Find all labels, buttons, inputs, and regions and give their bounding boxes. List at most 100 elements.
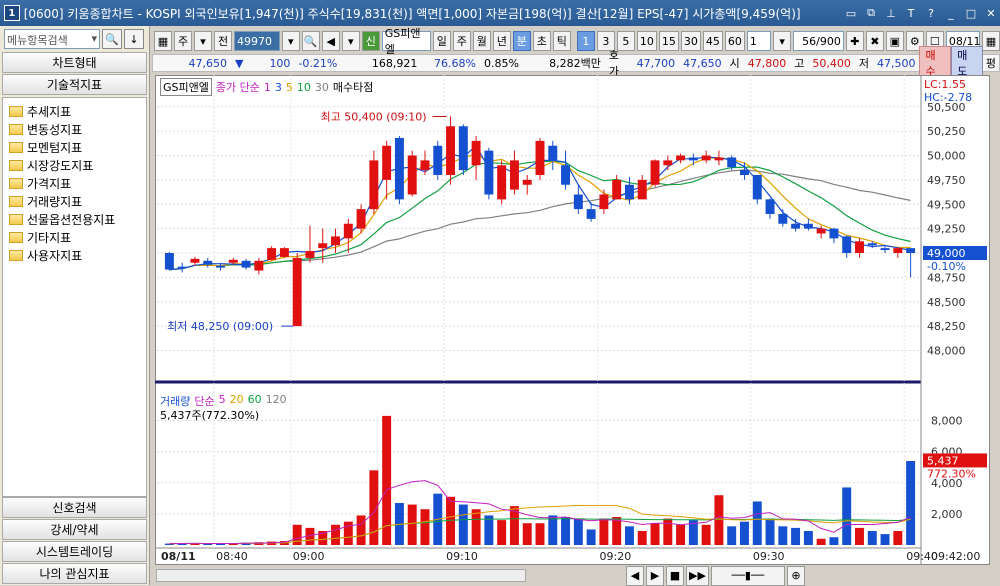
search-code-icon[interactable]: 🔍 xyxy=(301,31,320,51)
minimize-icon[interactable]: _ xyxy=(942,5,960,21)
prev-button[interactable]: 전 xyxy=(214,31,232,51)
folder-icon xyxy=(9,105,23,117)
candle-body xyxy=(816,228,826,234)
tech-indicator-button[interactable]: 기술적지표 xyxy=(2,74,147,95)
bottom-menu-button[interactable]: 강세/약세 xyxy=(2,519,147,540)
candle-body xyxy=(663,160,673,166)
minute-tab[interactable]: 60 xyxy=(724,31,745,51)
candle-body xyxy=(369,160,379,210)
bottom-menu-button[interactable]: 신호검색 xyxy=(2,497,147,518)
minute-tab[interactable]: 10 xyxy=(636,31,657,51)
volume-bar xyxy=(548,515,558,545)
zoom-in-icon[interactable]: ✚ xyxy=(845,31,864,51)
minute-tab[interactable]: 45 xyxy=(702,31,723,51)
period-tab[interactable]: 틱 xyxy=(552,31,571,51)
link-icon[interactable]: ⧉ xyxy=(862,5,880,21)
period-tab[interactable]: 일 xyxy=(432,31,451,51)
play-icon[interactable]: ▶ xyxy=(646,565,664,586)
tree-item[interactable]: 가격지표 xyxy=(9,174,140,192)
period-tab[interactable]: 월 xyxy=(472,31,491,51)
quote-row: 47,650 ▼ 100 -0.21% 168,921 76.68% 0.85%… xyxy=(152,46,1000,80)
font-icon[interactable]: T xyxy=(902,5,920,21)
maximize-icon[interactable]: □ xyxy=(962,5,980,21)
fast-forward-icon[interactable]: ▶▶ xyxy=(686,565,709,586)
folder-icon xyxy=(9,213,23,225)
minute-tab[interactable]: 15 xyxy=(658,31,679,51)
candle-body xyxy=(650,160,660,185)
legend-ma-1: 1 xyxy=(263,80,271,94)
stock-name: GS피앤엘 xyxy=(381,27,431,56)
folder-icon xyxy=(9,231,23,243)
volume-bar xyxy=(535,523,545,545)
chevron-down-icon: ▾ xyxy=(91,32,97,45)
legend-ma-5: 5 xyxy=(285,80,293,94)
slider-icon[interactable]: ──▮── xyxy=(710,565,785,586)
tree-item-label: 거래량지표 xyxy=(27,194,83,209)
restore-icon[interactable]: ▭ xyxy=(842,5,860,21)
candle-body xyxy=(612,179,622,200)
tree-item[interactable]: 모멘텀지표 xyxy=(9,138,140,156)
pin-icon[interactable]: ⊥ xyxy=(882,5,900,21)
page-input[interactable]: 56/900 xyxy=(793,31,844,51)
menu-search-input[interactable]: 메뉴항목검색 ▾ xyxy=(4,29,100,49)
search-icon[interactable]: 🔍 xyxy=(102,29,122,49)
zoom-out-icon[interactable]: ✖ xyxy=(865,31,884,51)
code-input[interactable]: 49970 xyxy=(234,31,280,51)
scroll-left-icon[interactable]: ◀ xyxy=(626,565,644,586)
volume-bar xyxy=(791,527,801,545)
low-price: 47,500 xyxy=(876,56,916,70)
price-volume-chart[interactable]: 50,50050,25050,00049,75049,50049,25049,0… xyxy=(155,75,990,565)
candle-body xyxy=(829,228,839,239)
volume-bar xyxy=(880,534,890,545)
stock-type-select[interactable]: 주 xyxy=(174,31,192,51)
period-tab[interactable]: 초 xyxy=(532,31,551,51)
bottom-menu-button[interactable]: 나의 관심지표 xyxy=(2,563,147,584)
x-tick-label: 09:42:00 xyxy=(931,550,980,563)
download-icon[interactable]: ↓ xyxy=(124,29,144,49)
speaker-icon[interactable]: ◀ xyxy=(321,31,340,51)
tree-item[interactable]: 기타지표 xyxy=(9,228,140,246)
candle-body xyxy=(624,184,634,200)
code-dropdown-icon[interactable]: ▾ xyxy=(281,31,300,51)
volume-bar xyxy=(701,524,711,545)
candle-body xyxy=(190,258,200,263)
period-tab[interactable]: 주 xyxy=(452,31,471,51)
tree-item[interactable]: 변동성지표 xyxy=(9,120,140,138)
speaker-dropdown-icon[interactable]: ▾ xyxy=(341,31,360,51)
close-icon[interactable]: ✕ xyxy=(982,5,1000,21)
calendar-icon[interactable]: ▦ xyxy=(982,31,1000,51)
grid-icon[interactable]: ▦ xyxy=(154,31,172,51)
candle-body xyxy=(318,243,328,249)
volume-bar xyxy=(855,527,864,545)
candle-body xyxy=(241,260,251,268)
high-price: 50,400 xyxy=(812,56,851,70)
minute-tab[interactable]: 1 xyxy=(576,31,595,51)
zoom-icon[interactable]: ⊕ xyxy=(786,565,805,586)
period-tab[interactable]: 년 xyxy=(492,31,511,51)
count-input[interactable]: 1 xyxy=(746,31,772,51)
candle-body xyxy=(778,214,788,224)
tree-item[interactable]: 선물옵션전용지표 xyxy=(9,210,140,228)
tree-item[interactable]: 사용자지표 xyxy=(9,246,140,264)
avg-button[interactable]: 평 xyxy=(983,55,999,71)
tree-item[interactable]: 시장강도지표 xyxy=(9,156,140,174)
x-tick-label: 08/11 xyxy=(161,550,196,563)
bottom-menu-button[interactable]: 시스템트레이딩 xyxy=(2,541,147,562)
volume-tick-label: 2,000 xyxy=(931,508,963,521)
candle-body xyxy=(433,145,443,175)
help-icon[interactable]: ? xyxy=(922,5,940,21)
tree-item[interactable]: 거래량지표 xyxy=(9,192,140,210)
minute-tab[interactable]: 30 xyxy=(680,31,701,51)
tree-item[interactable]: 추세지표 xyxy=(9,102,140,120)
candle-body xyxy=(803,223,813,229)
scrollbar[interactable] xyxy=(156,569,526,582)
count-dropdown-icon[interactable]: ▾ xyxy=(773,31,792,51)
chart-type-button[interactable]: 차트형태 xyxy=(2,52,147,73)
candle-body xyxy=(573,194,583,210)
period-tab[interactable]: 분 xyxy=(512,31,531,51)
save-icon[interactable]: ▣ xyxy=(885,31,904,51)
legend-ma-3: 3 xyxy=(274,80,282,94)
stop-icon[interactable]: ■ xyxy=(666,565,684,586)
legend-ma-label: 종가 단순 xyxy=(215,81,260,94)
dropdown-icon[interactable]: ▾ xyxy=(194,31,212,51)
